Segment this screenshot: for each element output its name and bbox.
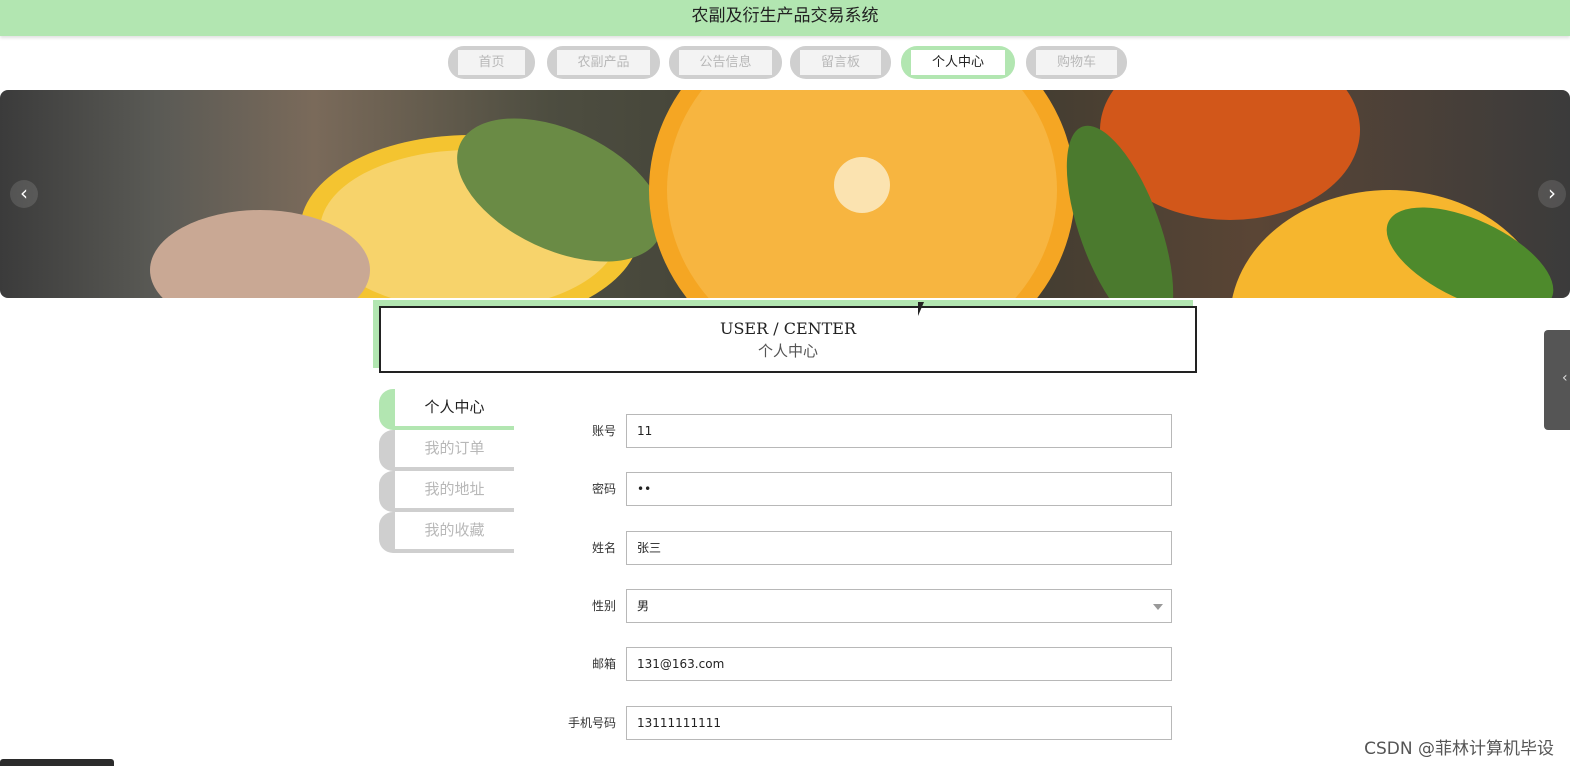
carousel-next-button[interactable]: › [1538,180,1566,208]
chevron-left-icon: ‹ [1562,370,1568,386]
mouse-cursor-icon [918,302,924,316]
top-header: 农副及衍生产品交易系统 [0,0,1570,36]
form-row-gender: 性别 男 [540,589,1172,623]
account-label: 账号 [591,424,616,438]
nav-item-label: 个人中心 [911,50,1005,75]
password-label: 密码 [591,482,616,496]
nav-item-label: 留言板 [800,50,881,75]
gender-label: 性别 [591,599,616,613]
form-row-name: 姓名 张三 [540,531,1172,565]
nav-item-home[interactable]: 首页 [448,46,535,79]
carousel-prev-button[interactable]: ‹ [10,180,38,208]
nav-item-label: 公告信息 [679,50,772,75]
nav-item-label: 购物车 [1036,50,1117,75]
main-nav: 首页 农副产品 公告信息 留言板 个人中心 购物车 [0,46,1570,80]
caret-down-icon [1153,604,1163,610]
status-strip [0,759,114,766]
chevron-right-icon: › [1548,181,1556,205]
form-row-email: 邮箱 131@163.com [540,647,1172,681]
account-input[interactable]: 11 [626,414,1172,448]
side-menu-item-favorites[interactable]: 我的收藏 [379,512,514,553]
password-input[interactable]: •• [626,472,1172,506]
side-menu-item-user-center[interactable]: 个人中心 [379,389,514,430]
nav-item-notices[interactable]: 公告信息 [669,46,782,79]
email-input[interactable]: 131@163.com [626,647,1172,681]
gender-select[interactable]: 男 [626,589,1172,623]
phone-label: 手机号码 [567,716,616,730]
nav-item-products[interactable]: 农副产品 [547,46,660,79]
gender-select-value: 男 [637,599,650,613]
side-toggle-tab[interactable]: ‹ [1544,330,1570,430]
name-input[interactable]: 张三 [626,531,1172,565]
nav-item-cart[interactable]: 购物车 [1026,46,1127,79]
banner-carousel: ‹ › [0,90,1570,298]
form-row-account: 账号 11 [540,414,1172,448]
email-label: 邮箱 [591,657,616,671]
nav-item-user-center[interactable]: 个人中心 [901,46,1015,79]
section-title-cn: 个人中心 [757,342,818,360]
banner-image [150,90,1554,298]
watermark: CSDN @菲林计算机毕设 [1364,739,1554,759]
side-menu-item-orders[interactable]: 我的订单 [379,430,514,471]
orange-center [834,157,890,213]
chevron-left-icon: ‹ [20,181,28,205]
nav-item-label: 首页 [458,50,525,75]
nav-item-message-board[interactable]: 留言板 [790,46,891,79]
section-header: USER / CENTER 个人中心 [379,306,1197,373]
side-menu-item-address[interactable]: 我的地址 [379,471,514,512]
phone-input[interactable]: 13111111111 [626,706,1172,740]
section-title-en: USER / CENTER [719,319,857,338]
name-label: 姓名 [591,541,616,555]
side-menu: 个人中心 我的订单 我的地址 我的收藏 [379,389,514,553]
site-title: 农副及衍生产品交易系统 [691,6,879,26]
form-row-password: 密码 •• [540,472,1172,506]
nav-item-label: 农副产品 [557,50,650,75]
form-row-phone: 手机号码 13111111111 [540,706,1172,740]
